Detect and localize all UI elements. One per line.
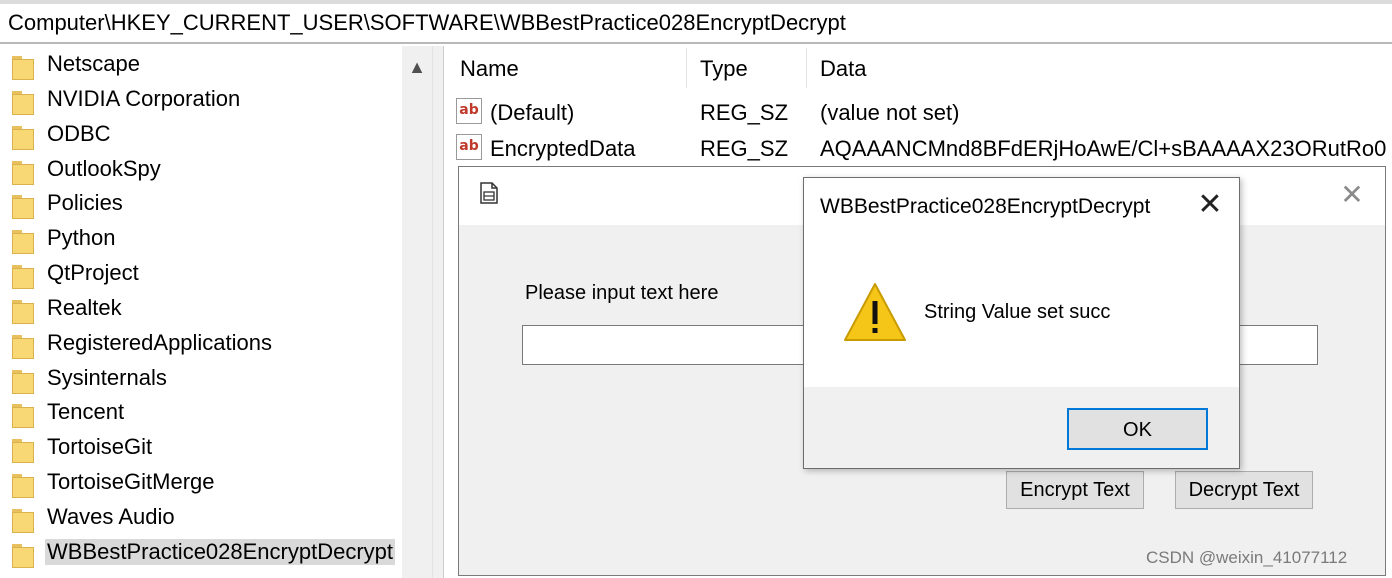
value-name: EncryptedData [490, 136, 636, 161]
watermark: CSDN @weixin_41077112 [1146, 548, 1348, 567]
tree-item-label: TortoiseGitMerge [47, 469, 215, 494]
message-text: String Value set succ [924, 301, 1111, 323]
decrypt-text-button[interactable]: Decrypt Text [1175, 471, 1313, 509]
tree-item-nvidia[interactable]: NVIDIA Corporation [0, 83, 400, 118]
folder-icon [12, 370, 34, 394]
tree-item-label: RegisteredApplications [47, 330, 273, 355]
tree-item-label: Tencent [47, 399, 125, 424]
folder-icon [12, 265, 34, 289]
tree-item-realtek[interactable]: Realtek [0, 292, 400, 327]
tree-item-netscape[interactable]: Netscape [0, 48, 400, 83]
tree-item-label: Realtek [47, 295, 122, 320]
ok-button[interactable]: OK [1067, 408, 1208, 450]
tree-scrollbar[interactable] [402, 46, 432, 578]
folder-icon [12, 335, 34, 359]
folder-icon [12, 56, 34, 80]
value-row-encrypteddata[interactable]: ab EncryptedData REG_SZ AQAAANCMnd8BFdER… [444, 132, 1392, 166]
tree-item-sysinternals[interactable]: Sysinternals [0, 362, 400, 397]
tree-item-tencent[interactable]: Tencent [0, 396, 400, 431]
folder-icon [12, 544, 34, 568]
tree-item-tortoisegitmerge[interactable]: TortoiseGitMerge [0, 466, 400, 501]
column-header-type[interactable]: Type [700, 56, 748, 82]
folder-icon [12, 161, 34, 185]
input-label: Please input text here [525, 282, 719, 304]
app-window-icon [480, 182, 498, 204]
tree-item-tortoisegit[interactable]: TortoiseGit [0, 431, 400, 466]
folder-icon [12, 509, 34, 533]
tree-item-wbbestpractice028encryptdecrypt[interactable]: WBBestPractice028EncryptDecrypt [0, 536, 400, 571]
string-value-icon: ab [456, 98, 482, 124]
tree-item-label: ODBC [47, 121, 111, 146]
tree-item-label: Policies [47, 190, 123, 215]
close-icon[interactable]: ✕ [1336, 180, 1368, 212]
tree-item-label: Waves Audio [47, 504, 175, 529]
tree-item-label: Sysinternals [47, 365, 167, 390]
close-icon[interactable]: ✕ [1192, 188, 1228, 224]
tree-item-waves-audio[interactable]: Waves Audio [0, 501, 400, 536]
value-data: AQAAANCMnd8BFdERjHoAwE/Cl+sBAAAAX23ORutR… [820, 136, 1387, 161]
tree-item-qtproject[interactable]: QtProject [0, 257, 400, 292]
address-bar[interactable]: Computer\HKEY_CURRENT_USER\SOFTWARE\WBBe… [0, 0, 1392, 44]
tree-item-label: Python [47, 225, 116, 250]
tree-item-policies[interactable]: Policies [0, 187, 400, 222]
string-value-icon: ab [456, 134, 482, 160]
value-name: (Default) [490, 100, 575, 125]
tree-item-label: TortoiseGit [47, 434, 153, 459]
folder-icon [12, 439, 34, 463]
tree-item-odbc[interactable]: ODBC [0, 118, 400, 153]
encrypt-text-button[interactable]: Encrypt Text [1006, 471, 1144, 509]
warning-icon [843, 281, 907, 343]
tree-item-label: NVIDIA Corporation [47, 86, 241, 111]
value-row-default[interactable]: ab (Default) REG_SZ (value not set) [444, 96, 1392, 130]
column-divider[interactable] [686, 48, 687, 88]
folder-icon [12, 91, 34, 115]
tree-item-label: OutlookSpy [47, 156, 161, 181]
folder-icon [12, 230, 34, 254]
column-header-data[interactable]: Data [820, 56, 866, 82]
pane-splitter[interactable] [432, 46, 444, 578]
message-box-title: WBBestPractice028EncryptDecrypt [820, 195, 1151, 218]
tree-item-label: Netscape [47, 51, 140, 76]
value-type: REG_SZ [700, 100, 789, 125]
folder-icon [12, 195, 34, 219]
tree-item-registeredapplications[interactable]: RegisteredApplications [0, 327, 400, 362]
folder-icon [12, 126, 34, 150]
folder-icon [12, 474, 34, 498]
registry-tree[interactable]: Netscape NVIDIA Corporation ODBC Outlook… [0, 46, 400, 578]
tree-item-label: QtProject [47, 260, 139, 285]
tree-item-outlookspy[interactable]: OutlookSpy [0, 153, 400, 188]
column-divider[interactable] [806, 48, 807, 88]
folder-icon [12, 404, 34, 428]
value-type: REG_SZ [700, 136, 789, 161]
folder-icon [12, 300, 34, 324]
tree-item-python[interactable]: Python [0, 222, 400, 257]
column-header-name[interactable]: Name [460, 56, 519, 82]
scroll-up-icon[interactable]: ▲ [402, 52, 432, 82]
value-data: (value not set) [820, 100, 960, 125]
tree-item-label: WBBestPractice028EncryptDecrypt [45, 539, 396, 565]
